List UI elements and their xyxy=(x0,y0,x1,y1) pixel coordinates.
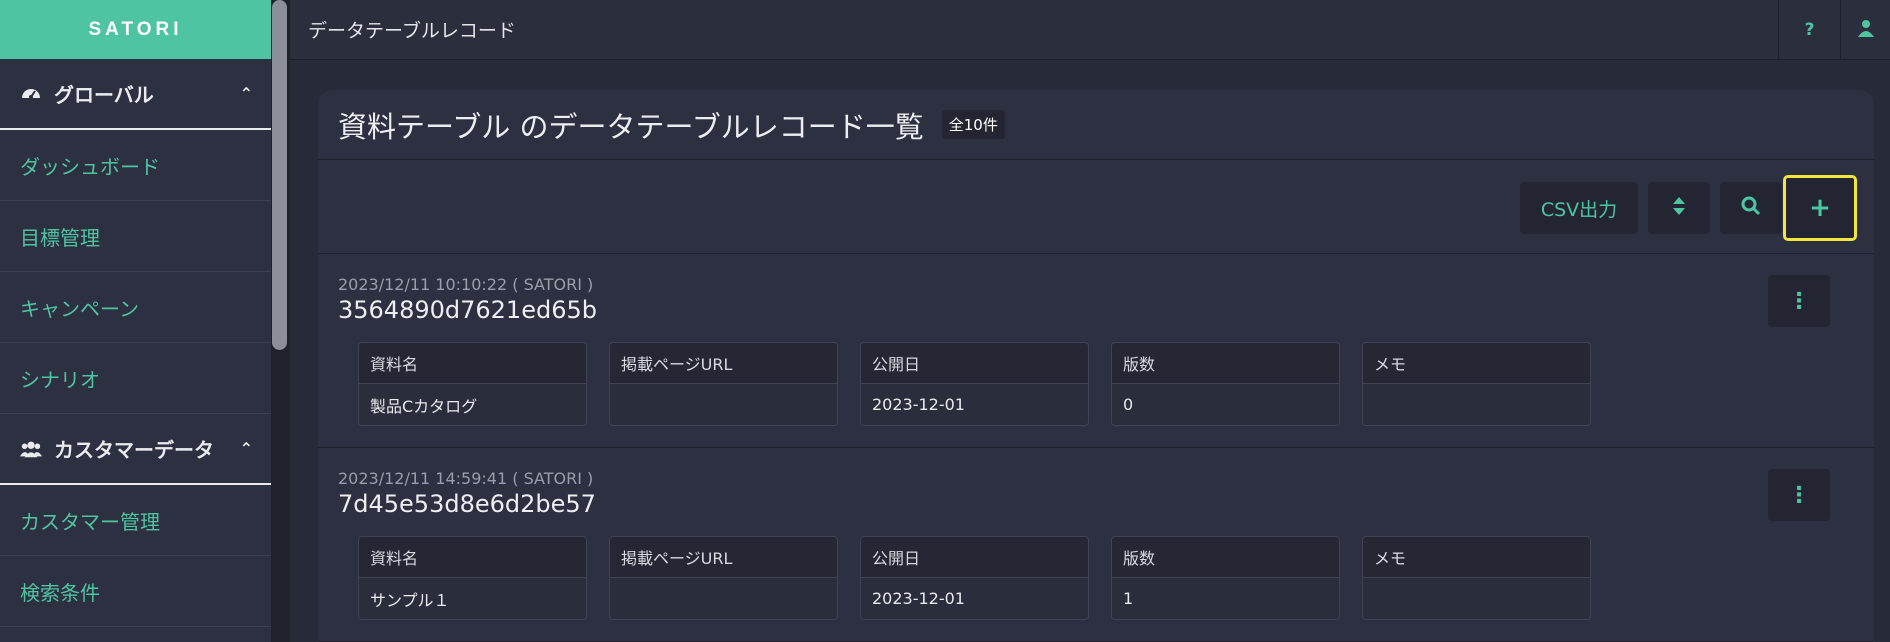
section-customer-data-label: カスタマーデータ xyxy=(54,438,214,462)
topbar: データテーブルレコード ? xyxy=(290,0,1890,60)
field-material-name: 資料名 製品Cカタログ xyxy=(358,342,587,426)
field-value xyxy=(1363,578,1590,619)
field-value: 0 xyxy=(1112,384,1339,425)
record-id[interactable]: 3564890d7621ed65b xyxy=(338,296,597,324)
scrollbar-thumb[interactable] xyxy=(272,0,287,350)
page-title: データテーブルレコード xyxy=(308,19,516,42)
panel-header: 資料テーブル のデータテーブルレコード一覧 全10件 xyxy=(318,90,1874,160)
section-global-header[interactable]: グローバル ⌃ xyxy=(0,59,271,130)
field-header: メモ xyxy=(1363,343,1590,384)
field-header: 資料名 xyxy=(359,537,586,578)
add-record-button[interactable]: + xyxy=(1783,175,1857,241)
toolbar: CSV出力 + xyxy=(318,160,1874,254)
field-header: 版数 xyxy=(1112,343,1339,384)
help-button[interactable]: ? xyxy=(1778,0,1840,60)
field-header: 版数 xyxy=(1112,537,1339,578)
field-value xyxy=(610,384,837,425)
field-header: 資料名 xyxy=(359,343,586,384)
field-page-url: 掲載ページURL xyxy=(609,536,838,620)
chevron-up-icon[interactable]: ⌃ xyxy=(240,84,253,103)
users-icon xyxy=(20,438,42,460)
nav-scenario[interactable]: シナリオ xyxy=(0,343,271,414)
field-publish-date: 公開日 2023-12-01 xyxy=(860,342,1089,426)
field-header: 公開日 xyxy=(861,343,1088,384)
user-menu-button[interactable] xyxy=(1840,0,1890,60)
field-version: 版数 1 xyxy=(1111,536,1340,620)
nav-goal-management[interactable]: 目標管理 xyxy=(0,201,271,272)
field-value: 2023-12-01 xyxy=(861,578,1088,619)
csv-export-button[interactable]: CSV出力 xyxy=(1520,182,1638,234)
nav-search-conditions[interactable]: 検索条件 xyxy=(0,556,271,627)
field-value: 1 xyxy=(1112,578,1339,619)
field-material-name: 資料名 サンプル１ xyxy=(358,536,587,620)
field-page-url: 掲載ページURL xyxy=(609,342,838,426)
record-fields: 資料名 サンプル１ 掲載ページURL 公開日 2023-12-01 版数 1 メ… xyxy=(358,536,1591,620)
sidebar: SATORI グローバル ⌃ ダッシュボード 目標管理 キャンペーン シナリオ … xyxy=(0,0,271,642)
chevron-up-icon[interactable]: ⌃ xyxy=(240,439,253,458)
record-count-badge: 全10件 xyxy=(941,110,1005,139)
record-id[interactable]: 7d45e53d8e6d2be57 xyxy=(338,490,596,518)
field-publish-date: 公開日 2023-12-01 xyxy=(860,536,1089,620)
user-icon xyxy=(1857,19,1874,42)
record-item: 2023/12/11 14:59:41 ( SATORI ) 7d45e53d8… xyxy=(318,448,1874,642)
panel-title: 資料テーブル のデータテーブルレコード一覧 xyxy=(338,109,924,144)
field-header: 公開日 xyxy=(861,537,1088,578)
sidebar-scrollbar[interactable] xyxy=(271,0,290,642)
record-menu-button[interactable]: ⋮ xyxy=(1768,275,1830,327)
record-menu-button[interactable]: ⋮ xyxy=(1768,469,1830,521)
field-value xyxy=(610,578,837,619)
field-value xyxy=(1363,384,1590,425)
field-memo: メモ xyxy=(1362,536,1591,620)
nav-dashboard[interactable]: ダッシュボード xyxy=(0,130,271,201)
field-version: 版数 0 xyxy=(1111,342,1340,426)
nav-campaign[interactable]: キャンペーン xyxy=(0,272,271,343)
field-value: 2023-12-01 xyxy=(861,384,1088,425)
field-value: サンプル１ xyxy=(359,578,586,619)
kebab-icon: ⋮ xyxy=(1788,288,1810,314)
kebab-icon: ⋮ xyxy=(1788,482,1810,508)
section-customer-data-header[interactable]: カスタマーデータ ⌃ xyxy=(0,414,271,485)
field-value: 製品Cカタログ xyxy=(359,384,586,425)
field-header: 掲載ページURL xyxy=(610,343,837,384)
record-meta: 2023/12/11 10:10:22 ( SATORI ) xyxy=(338,275,594,294)
records-panel: 資料テーブル のデータテーブルレコード一覧 全10件 CSV出力 + 2023/… xyxy=(318,90,1874,642)
nav-customer-management[interactable]: カスタマー管理 xyxy=(0,485,271,556)
field-header: メモ xyxy=(1363,537,1590,578)
section-global-label: グローバル xyxy=(54,83,154,107)
brand-logo[interactable]: SATORI xyxy=(0,0,271,59)
field-header: 掲載ページURL xyxy=(610,537,837,578)
field-memo: メモ xyxy=(1362,342,1591,426)
sort-icon xyxy=(1672,196,1686,221)
record-fields: 資料名 製品Cカタログ 掲載ページURL 公開日 2023-12-01 版数 0… xyxy=(358,342,1591,426)
record-item: 2023/12/11 10:10:22 ( SATORI ) 3564890d7… xyxy=(318,254,1874,448)
nav-item-partial xyxy=(0,627,271,642)
search-button[interactable] xyxy=(1720,182,1782,234)
dashboard-icon xyxy=(20,83,42,105)
record-meta: 2023/12/11 14:59:41 ( SATORI ) xyxy=(338,469,594,488)
search-icon xyxy=(1741,196,1761,221)
sort-button[interactable] xyxy=(1648,182,1710,234)
